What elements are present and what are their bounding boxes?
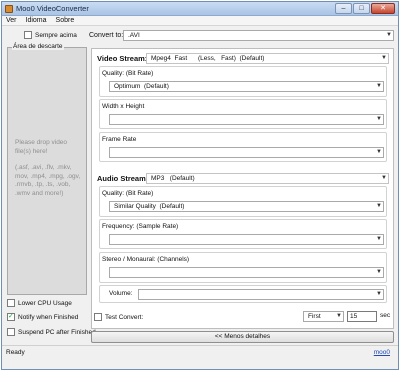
app-icon xyxy=(5,5,13,13)
close-button[interactable]: ✕ xyxy=(371,3,395,14)
notify-finished-checkbox[interactable] xyxy=(7,312,15,321)
chevron-down-icon: ▼ xyxy=(376,116,382,122)
test-convert-checkbox[interactable] xyxy=(94,313,102,321)
video-size-group: Width x Height ▼ xyxy=(99,99,387,129)
audio-quality-group: Quality: (Bit Rate) Similar Quality (Def… xyxy=(99,186,387,217)
convert-to-select[interactable]: .AVI ▼ xyxy=(123,30,394,41)
minimize-button[interactable]: – xyxy=(335,3,352,14)
drop-hint-text: Please drop video file(s) here! xyxy=(15,139,68,155)
lower-cpu-label: Lower CPU Usage xyxy=(18,299,72,307)
drop-area-hint: Please drop video file(s) here! (.asf, .… xyxy=(15,139,81,206)
suspend-pc-label: Suspend PC after Finished xyxy=(18,328,96,336)
drop-area[interactable]: Área de descarte Please drop video file(… xyxy=(7,43,87,295)
title-bar[interactable]: Moo0 VideoConverter – □ ✕ xyxy=(2,2,398,16)
frame-rate-group: Frame Rate ▼ xyxy=(99,132,387,162)
chevron-down-icon: ▼ xyxy=(376,149,382,155)
test-position-select[interactable]: First ▼ xyxy=(303,311,344,322)
audio-stream-label: Audio Stream: xyxy=(97,174,149,183)
frame-rate-select[interactable]: ▼ xyxy=(109,147,384,158)
window-controls: – □ ✕ xyxy=(335,3,395,14)
chevron-down-icon: ▼ xyxy=(381,175,387,181)
chevron-down-icon: ▼ xyxy=(381,55,387,61)
audio-quality-value: Similar Quality (Default) xyxy=(114,203,185,210)
chevron-down-icon: ▼ xyxy=(336,313,342,319)
volume-select[interactable]: ▼ xyxy=(138,289,384,300)
supported-formats-text: (.asf, .avi, .flv, .mkv, mov, .mp4, .mpg… xyxy=(15,164,81,197)
window-title: Moo0 VideoConverter xyxy=(16,4,89,13)
notify-finished-option[interactable]: Notify when Finished xyxy=(7,312,79,321)
test-convert-option[interactable]: Test Convert: xyxy=(94,313,143,321)
suspend-pc-checkbox[interactable] xyxy=(7,328,15,336)
video-stream-value: Mpeg4 Fast (Less, Fast) (Default) xyxy=(151,55,265,62)
convert-to-label: Convert to: xyxy=(89,32,124,39)
video-stream-label: Video Stream: xyxy=(97,54,148,63)
always-on-top-checkbox[interactable] xyxy=(24,31,32,39)
channels-select[interactable]: ▼ xyxy=(109,267,384,278)
volume-group: Volume: ▼ xyxy=(99,285,387,303)
video-quality-label: Quality: (Bit Rate) xyxy=(102,70,154,77)
moo0-link[interactable]: moo0 xyxy=(374,349,390,356)
test-convert-label: Test Convert: xyxy=(105,313,144,321)
channels-group: Stereo / Monaural: (Channels) ▼ xyxy=(99,252,387,283)
menu-sobre[interactable]: Sobre xyxy=(56,16,75,25)
settings-panel: Video Stream: Mpeg4 Fast (Less, Fast) (D… xyxy=(91,48,394,329)
frequency-group: Frequency: (Sample Rate) ▼ xyxy=(99,219,387,249)
chevron-down-icon: ▼ xyxy=(376,203,382,209)
chevron-down-icon: ▼ xyxy=(376,269,382,275)
lower-cpu-checkbox[interactable] xyxy=(7,299,15,307)
frame-rate-label: Frame Rate xyxy=(102,136,137,143)
audio-quality-select[interactable]: Similar Quality (Default) ▼ xyxy=(109,201,384,212)
drop-area-label: Área de descarte xyxy=(12,43,64,50)
chevron-down-icon: ▼ xyxy=(376,291,382,297)
channels-label: Stereo / Monaural: (Channels) xyxy=(102,256,190,263)
volume-label: Volume: xyxy=(109,290,133,297)
lower-cpu-option[interactable]: Lower CPU Usage xyxy=(7,299,72,307)
menu-ver[interactable]: Ver xyxy=(6,16,17,25)
always-on-top-option[interactable]: Sempre acima xyxy=(24,31,77,39)
frequency-select[interactable]: ▼ xyxy=(109,234,384,245)
convert-to-value: .AVI xyxy=(128,32,140,39)
seconds-unit-label: sec xyxy=(380,312,391,319)
notify-finished-label: Notify when Finished xyxy=(18,313,79,321)
menu-idioma[interactable]: Idioma xyxy=(26,16,47,25)
maximize-button[interactable]: □ xyxy=(353,3,370,14)
frequency-label: Frequency: (Sample Rate) xyxy=(102,223,179,230)
width-height-select[interactable]: ▼ xyxy=(109,114,384,125)
video-quality-group: Quality: (Bit Rate) Optimum (Default) ▼ xyxy=(99,66,387,97)
chevron-down-icon: ▼ xyxy=(376,83,382,89)
suspend-pc-option[interactable]: Suspend PC after Finished xyxy=(7,328,96,336)
video-quality-value: Optimum (Default) xyxy=(114,83,169,90)
always-on-top-label: Sempre acima xyxy=(35,31,77,39)
status-bar: Ready moo0 xyxy=(2,345,398,357)
width-height-label: Width x Height xyxy=(102,103,145,110)
video-quality-select[interactable]: Optimum (Default) ▼ xyxy=(109,81,384,92)
chevron-down-icon: ▼ xyxy=(376,236,382,242)
less-details-button[interactable]: << Menos detalhes xyxy=(91,331,394,343)
audio-quality-label: Quality: (Bit Rate) xyxy=(102,190,154,197)
audio-stream-select[interactable]: MP3 (Default) ▼ xyxy=(146,173,389,184)
chevron-down-icon: ▼ xyxy=(386,32,392,38)
video-stream-select[interactable]: Mpeg4 Fast (Less, Fast) (Default) ▼ xyxy=(146,53,389,64)
status-text: Ready xyxy=(6,349,25,356)
menu-bar: Ver Idioma Sobre xyxy=(2,16,398,26)
audio-stream-value: MP3 (Default) xyxy=(151,175,195,182)
app-window: Moo0 VideoConverter – □ ✕ Ver Idioma Sob… xyxy=(1,1,399,370)
test-seconds-input[interactable]: 15 xyxy=(347,311,377,322)
test-position-value: First xyxy=(308,313,321,320)
